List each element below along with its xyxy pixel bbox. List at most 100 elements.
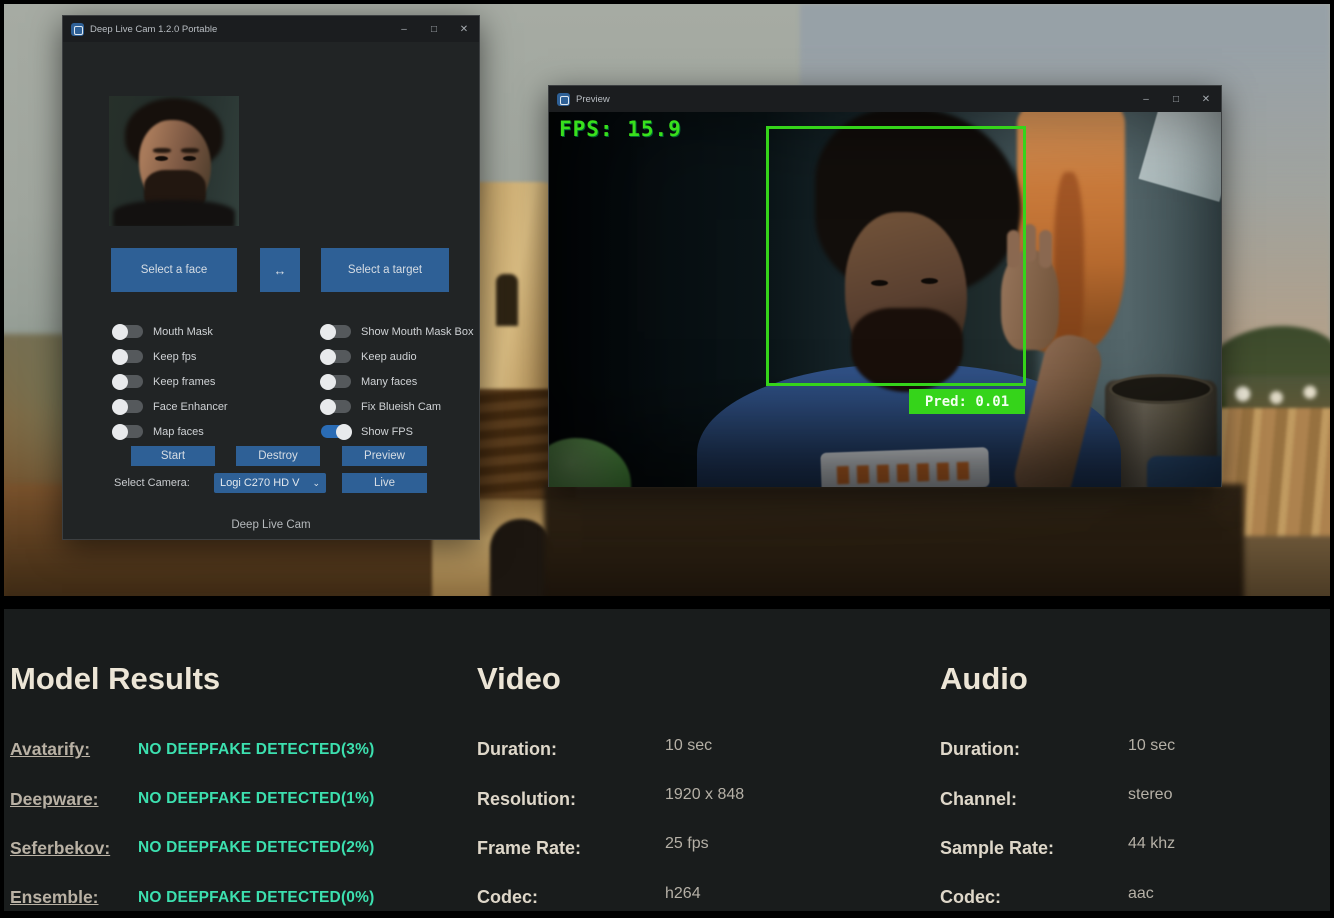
analysis-panel: Model Results Avatarify: NO DEEPFAKE DET… xyxy=(4,609,1330,911)
live-button[interactable]: Live xyxy=(342,473,427,493)
toggle-label: Mouth Mask xyxy=(153,326,213,338)
field-label: Frame Rate: xyxy=(477,838,665,859)
field-label: Resolution: xyxy=(477,789,665,810)
field-value: aac xyxy=(1128,885,1154,903)
start-button[interactable]: Start xyxy=(131,446,215,466)
face-detection-box xyxy=(766,126,1026,386)
painting-buildings xyxy=(1226,376,1330,412)
result-row-ensemble: Ensemble: NO DEEPFAKE DETECTED(0%) xyxy=(10,873,374,918)
toggle-column-right: Show Mouth Mask Box Keep audio Many face… xyxy=(321,319,481,444)
field-value: stereo xyxy=(1128,786,1172,804)
painting-rocks-bottom xyxy=(544,484,1244,596)
field-label: Channel: xyxy=(940,789,1128,810)
app-footer-label: Deep Live Cam xyxy=(63,519,479,531)
model-link[interactable]: Seferbekov: xyxy=(10,838,138,859)
toggle-column-left: Mouth Mask Keep fps Keep frames Face Enh… xyxy=(113,319,313,444)
model-link[interactable]: Ensemble: xyxy=(10,887,138,908)
field-label: Duration: xyxy=(477,739,665,760)
toggle-switch[interactable] xyxy=(113,325,143,338)
webcam-feed: FPS: 15.9 Pred: 0.01 xyxy=(549,112,1221,487)
toggle-fix-blueish-cam[interactable]: Fix Blueish Cam xyxy=(321,394,481,419)
result-value: NO DEEPFAKE DETECTED(3%) xyxy=(138,741,374,759)
audio-heading: Audio xyxy=(940,661,1175,701)
toggle-label: Keep fps xyxy=(153,351,196,363)
dlc-window-title: Deep Live Cam 1.2.0 Portable xyxy=(90,24,217,35)
toggle-switch[interactable] xyxy=(321,400,351,413)
source-face-image xyxy=(109,96,239,226)
video-framerate-row: Frame Rate: 25 fps xyxy=(477,824,744,873)
toggle-label: Show Mouth Mask Box xyxy=(361,326,474,338)
select-target-button[interactable]: Select a target xyxy=(321,248,449,292)
toggle-label: Keep frames xyxy=(153,376,215,388)
toggle-label: Many faces xyxy=(361,376,417,388)
toggle-face-enhancer[interactable]: Face Enhancer xyxy=(113,394,313,419)
field-value: 10 sec xyxy=(665,737,712,755)
toggle-many-faces[interactable]: Many faces xyxy=(321,369,481,394)
chevron-down-icon: ⌄ xyxy=(312,478,320,489)
toggle-switch[interactable] xyxy=(113,350,143,363)
minimize-icon[interactable]: – xyxy=(389,16,419,42)
toggle-switch[interactable] xyxy=(113,375,143,388)
toggle-switch[interactable] xyxy=(113,400,143,413)
app-icon xyxy=(71,23,84,36)
toggle-keep-audio[interactable]: Keep audio xyxy=(321,344,481,369)
portrait-eye xyxy=(183,156,196,161)
select-face-button[interactable]: Select a face xyxy=(111,248,237,292)
preview-window-title: Preview xyxy=(576,94,610,105)
maximize-icon[interactable]: □ xyxy=(419,16,449,42)
fps-counter: FPS: 15.9 xyxy=(559,117,682,141)
toggle-switch[interactable] xyxy=(321,375,351,388)
field-value: 44 khz xyxy=(1128,835,1175,853)
preview-window: Preview – □ ✕ FPS: 15.9 Pred: 0.01 xyxy=(548,85,1222,487)
audio-samplerate-row: Sample Rate: 44 khz xyxy=(940,824,1175,873)
video-codec-row: Codec: h264 xyxy=(477,873,744,918)
painting-ruin-window xyxy=(496,274,518,326)
close-icon[interactable]: ✕ xyxy=(1191,86,1221,112)
toggle-show-mouth-mask-box[interactable]: Show Mouth Mask Box xyxy=(321,319,481,344)
toggle-keep-fps[interactable]: Keep fps xyxy=(113,344,313,369)
toggle-show-fps[interactable]: Show FPS xyxy=(321,419,481,444)
maximize-icon[interactable]: □ xyxy=(1161,86,1191,112)
destroy-button[interactable]: Destroy xyxy=(236,446,320,466)
painting-ruin-arch xyxy=(490,519,552,596)
toggle-label: Face Enhancer xyxy=(153,401,228,413)
model-link[interactable]: Avatarify: xyxy=(10,739,138,760)
toggle-switch[interactable] xyxy=(321,425,351,438)
portrait-brow xyxy=(181,148,199,153)
toggle-label: Map faces xyxy=(153,426,204,438)
model-results-heading: Model Results xyxy=(10,661,374,701)
close-icon[interactable]: ✕ xyxy=(449,16,479,42)
result-value: NO DEEPFAKE DETECTED(1%) xyxy=(138,790,374,808)
deep-live-cam-window: Deep Live Cam 1.2.0 Portable – □ ✕ Selec… xyxy=(62,15,480,540)
toggle-switch[interactable] xyxy=(321,350,351,363)
audio-channel-row: Channel: stereo xyxy=(940,774,1175,823)
toggle-mouth-mask[interactable]: Mouth Mask xyxy=(113,319,313,344)
preview-titlebar[interactable]: Preview – □ ✕ xyxy=(549,86,1221,112)
dlc-titlebar[interactable]: Deep Live Cam 1.2.0 Portable – □ ✕ xyxy=(63,16,479,42)
video-resolution-row: Resolution: 1920 x 848 xyxy=(477,774,744,823)
field-value: 25 fps xyxy=(665,835,709,853)
camera-dropdown[interactable]: Logi C270 HD V ⌄ xyxy=(214,473,326,493)
swap-faces-button[interactable]: ↔ xyxy=(260,248,300,292)
preview-button[interactable]: Preview xyxy=(342,446,427,466)
toggle-keep-frames[interactable]: Keep frames xyxy=(113,369,313,394)
field-label: Codec: xyxy=(477,887,665,908)
toggle-switch[interactable] xyxy=(321,325,351,338)
field-value: 10 sec xyxy=(1128,737,1175,755)
minimize-icon[interactable]: – xyxy=(1131,86,1161,112)
field-value: h264 xyxy=(665,885,701,903)
toggle-map-faces[interactable]: Map faces xyxy=(113,419,313,444)
toggle-label: Show FPS xyxy=(361,426,413,438)
model-results-section: Model Results Avatarify: NO DEEPFAKE DET… xyxy=(10,661,374,918)
field-label: Codec: xyxy=(940,887,1128,908)
portrait-shoulders xyxy=(113,200,235,226)
toggle-label: Fix Blueish Cam xyxy=(361,401,441,413)
result-row-seferbekov: Seferbekov: NO DEEPFAKE DETECTED(2%) xyxy=(10,824,374,873)
video-duration-row: Duration: 10 sec xyxy=(477,725,744,774)
toggle-switch[interactable] xyxy=(113,425,143,438)
model-link[interactable]: Deepware: xyxy=(10,789,138,810)
video-heading: Video xyxy=(477,661,744,701)
audio-codec-row: Codec: aac xyxy=(940,873,1175,918)
camera-dropdown-value: Logi C270 HD V xyxy=(220,477,312,489)
portrait-brow xyxy=(153,148,171,153)
